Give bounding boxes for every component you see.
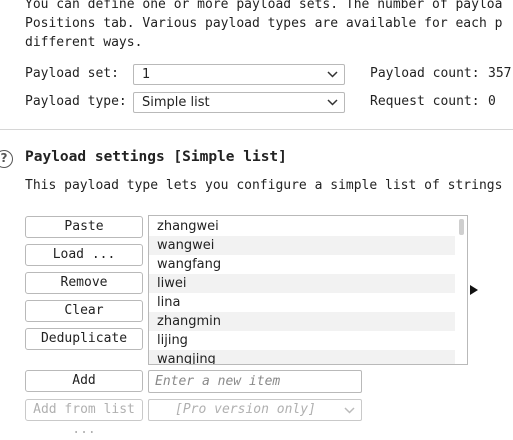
- request-count-value: 0: [488, 94, 496, 109]
- payload-count-value: 357: [488, 66, 512, 81]
- payload-type-value: Simple list: [142, 95, 210, 110]
- add-button[interactable]: Add: [25, 370, 143, 392]
- add-from-list-select[interactable]: [Pro version only]: [148, 399, 362, 421]
- new-item-input[interactable]: [148, 370, 362, 393]
- list-item[interactable]: wangjing: [149, 350, 455, 364]
- add-from-list-value: [Pro version only]: [175, 402, 316, 417]
- add-from-list-button[interactable]: Add from list ...: [25, 399, 143, 437]
- list-item[interactable]: lina: [149, 293, 455, 312]
- payload-type-label: Payload type:: [25, 94, 127, 109]
- list-item[interactable]: wangwei: [149, 236, 455, 255]
- list-scrollbar[interactable]: [459, 219, 464, 235]
- section-divider: [0, 129, 513, 130]
- list-item[interactable]: lijing: [149, 331, 455, 350]
- triangle-right-icon[interactable]: [470, 285, 478, 295]
- chevron-down-icon: [344, 407, 355, 414]
- intro-line-1: You can define one or more payload sets.…: [25, 0, 503, 12]
- payload-set-label: Payload set:: [25, 66, 119, 81]
- help-icon[interactable]: ?: [0, 150, 13, 168]
- chevron-down-icon: [327, 71, 338, 78]
- intro-line-2: Positions tab. Various payload types are…: [25, 16, 503, 31]
- list-item[interactable]: zhangmin: [149, 312, 455, 331]
- deduplicate-button[interactable]: Deduplicate: [25, 328, 143, 350]
- payload-set-select[interactable]: 1: [133, 64, 345, 85]
- payload-type-select[interactable]: Simple list: [133, 92, 345, 113]
- paste-button[interactable]: Paste: [25, 216, 143, 238]
- intro-line-3: different ways.: [25, 35, 143, 50]
- list-item[interactable]: liwei: [149, 274, 455, 293]
- chevron-down-icon: [327, 99, 338, 106]
- payload-settings-description: This payload type lets you configure a s…: [25, 178, 503, 193]
- list-item[interactable]: zhangwei: [149, 217, 455, 236]
- intro-text: You can define one or more payload sets.…: [25, 0, 502, 52]
- clear-button[interactable]: Clear: [25, 300, 143, 322]
- load-button[interactable]: Load ...: [25, 244, 143, 266]
- payload-set-value: 1: [142, 67, 151, 82]
- remove-button[interactable]: Remove: [25, 272, 143, 294]
- payload-list[interactable]: zhangwei wangwei wangfang liwei lina zha…: [148, 215, 468, 365]
- payload-settings-title: Payload settings [Simple list]: [25, 149, 287, 165]
- request-count-label: Request count:: [370, 94, 480, 109]
- list-item[interactable]: wangfang: [149, 255, 455, 274]
- payload-count-label: Payload count:: [370, 66, 480, 81]
